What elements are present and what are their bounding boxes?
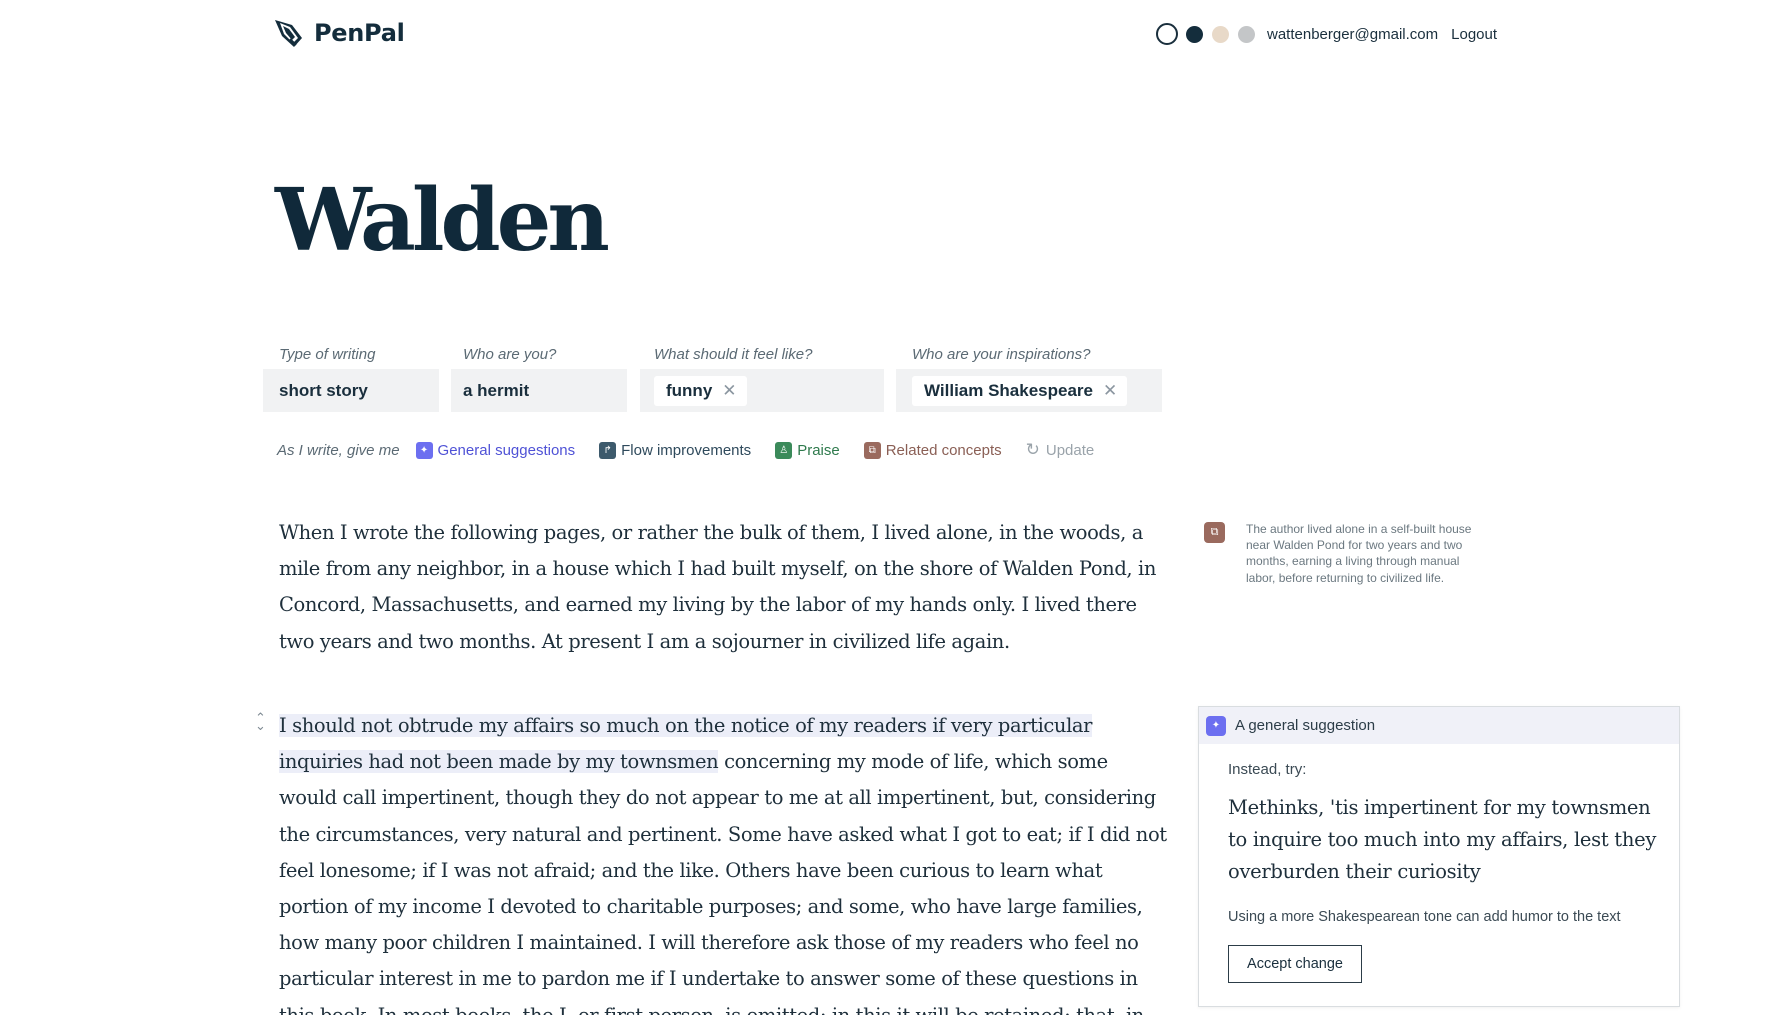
suggestion-title: A general suggestion xyxy=(1235,717,1376,734)
sparkle-icon: ✦ xyxy=(415,441,433,459)
header-right: wattenberger@gmail.com Logout xyxy=(1156,22,1497,46)
related-concepts-label: Related concepts xyxy=(885,441,1002,459)
sparkle-icon: ✦ xyxy=(1206,715,1226,736)
feel-chip: funny ✕ xyxy=(654,375,747,406)
praise-icon: ♙ xyxy=(775,441,793,459)
update-button[interactable]: ↻ Update xyxy=(1026,440,1095,460)
feel-label: What should it feel like? xyxy=(654,346,813,363)
related-concept-icon[interactable]: ⧉ xyxy=(1204,522,1225,543)
update-label: Update xyxy=(1045,441,1095,459)
refresh-icon: ↻ xyxy=(1025,440,1040,459)
suggested-text: Methinks, 'tis impertinent for my townsm… xyxy=(1228,796,1657,883)
inspiration-chip-label: William Shakespeare xyxy=(924,380,1093,400)
theme-dark-button[interactable] xyxy=(1186,25,1203,43)
expand-collapse-icon[interactable]: ⌃ ⌄ xyxy=(255,711,266,732)
app-name: PenPal xyxy=(314,19,405,47)
general-suggestions-label: General suggestions xyxy=(437,441,576,459)
flow-arrow-icon: ↱ xyxy=(599,441,617,459)
type-of-writing-value: short story xyxy=(279,380,368,400)
instead-label: Instead, try: xyxy=(1228,761,1307,778)
flow-improvements-label: Flow improvements xyxy=(621,441,752,459)
inspirations-label: Who are your inspirations? xyxy=(912,346,1091,363)
general-suggestions-toggle[interactable]: ✦ General suggestions xyxy=(415,441,576,459)
inspirations-field[interactable]: William Shakespeare ✕ xyxy=(896,369,1162,412)
theme-sepia-button[interactable] xyxy=(1212,25,1229,43)
user-email: wattenberger@gmail.com xyxy=(1267,25,1439,43)
who-are-you-value: a hermit xyxy=(463,380,530,400)
accept-change-button[interactable]: Accept change xyxy=(1228,945,1362,983)
feedback-options: As I write, give me ✦ General suggestion… xyxy=(277,440,1118,460)
suggestion-card-header: ✦ A general suggestion xyxy=(1199,707,1679,744)
praise-toggle[interactable]: ♙ Praise xyxy=(775,441,840,459)
type-of-writing-label: Type of writing xyxy=(279,346,376,363)
flow-improvements-toggle[interactable]: ↱ Flow improvements xyxy=(599,441,752,459)
app-logo[interactable]: PenPal xyxy=(272,16,405,50)
who-are-you-field[interactable]: a hermit xyxy=(451,369,627,412)
penpal-logo-icon xyxy=(275,20,302,47)
related-concept-note: The author lived alone in a self-built h… xyxy=(1246,522,1472,585)
external-link-icon: ⧉ xyxy=(863,441,881,459)
suggestion-reason: Using a more Shakespearean tone can add … xyxy=(1228,909,1621,925)
related-concepts-toggle[interactable]: ⧉ Related concepts xyxy=(863,441,1002,459)
praise-label: Praise xyxy=(797,441,840,459)
who-are-you-label: Who are you? xyxy=(463,346,557,363)
theme-light-button[interactable] xyxy=(1156,23,1178,45)
paragraph-2-rest: concerning my mode of life, which some w… xyxy=(279,750,1167,1015)
suggestion-card: ✦ A general suggestion Instead, try: Met… xyxy=(1198,706,1680,1007)
type-of-writing-field[interactable]: short story xyxy=(263,369,439,412)
inspiration-chip: William Shakespeare ✕ xyxy=(912,375,1128,406)
paragraph-2[interactable]: I should not obtrude my affairs so much … xyxy=(279,708,1169,1015)
feedback-options-label: As I write, give me xyxy=(277,441,400,459)
paragraph-1[interactable]: When I wrote the following pages, or rat… xyxy=(279,515,1169,660)
document-title[interactable]: Walden xyxy=(275,178,610,264)
theme-gray-button[interactable] xyxy=(1238,25,1255,43)
logout-link[interactable]: Logout xyxy=(1451,26,1497,43)
feel-chip-label: funny xyxy=(666,380,713,400)
feel-field[interactable]: funny ✕ xyxy=(640,369,884,412)
remove-chip-icon[interactable]: ✕ xyxy=(1103,381,1117,401)
remove-chip-icon[interactable]: ✕ xyxy=(722,381,736,401)
